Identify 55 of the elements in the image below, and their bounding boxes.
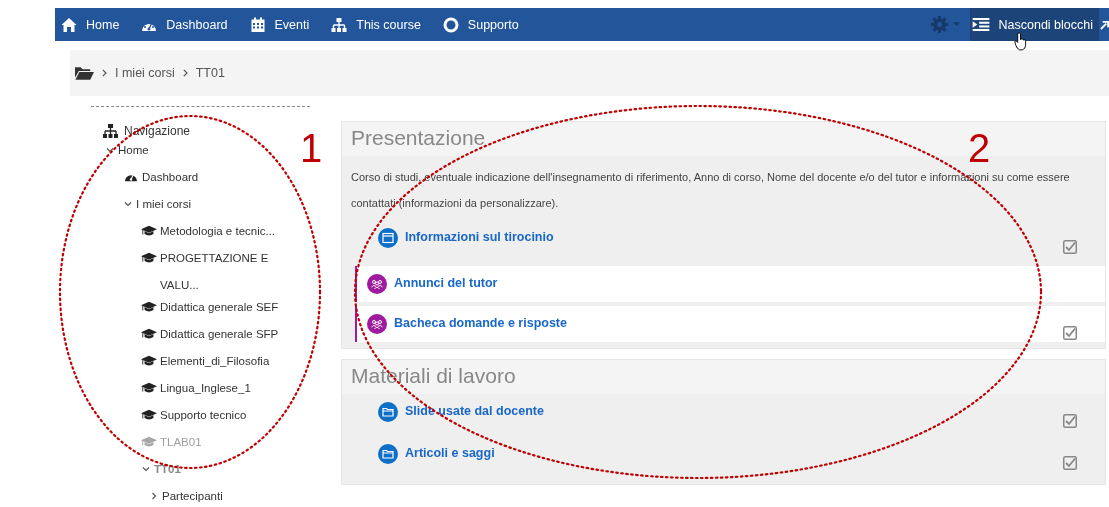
nav-link[interactable]: Home — [55, 16, 120, 33]
nav-link[interactable]: This course — [325, 16, 421, 33]
graduation-cap-icon — [141, 252, 157, 264]
tree-item[interactable]: Metodologia e tecnic... — [160, 218, 292, 245]
calendar-icon — [249, 16, 266, 33]
graduation-cap-icon — [141, 301, 157, 313]
graduation-cap-icon — [141, 409, 157, 421]
folder-icon — [378, 402, 398, 422]
nav-link[interactable]: Dashboard — [135, 17, 228, 32]
activity-link[interactable]: Annunci del tutor — [394, 276, 498, 290]
breadcrumb-link[interactable]: TT01 — [195, 66, 225, 80]
lifebuoy-icon — [442, 16, 459, 33]
graduation-cap-icon — [141, 436, 157, 448]
tree-item[interactable]: Dashboard — [142, 169, 199, 186]
activity-link[interactable]: Bacheca domande e risposte — [394, 316, 567, 330]
breadcrumb-link[interactable]: I miei corsi — [115, 66, 175, 80]
tree-item[interactable]: Didattica generale SFP — [160, 321, 292, 348]
annotation-number: 2 — [968, 126, 991, 170]
tree-item[interactable]: Lingua_Inglese_1 — [160, 375, 292, 402]
chevron-right-icon[interactable] — [149, 491, 159, 501]
completion-checkbox[interactable] — [1063, 456, 1077, 470]
annotation-number: 1 — [300, 126, 323, 170]
chevron-right-icon — [182, 69, 188, 77]
hide-blocks-button[interactable]: Nascondi blocchi — [969, 8, 1099, 41]
completion-checkbox[interactable] — [1063, 326, 1077, 340]
completion-checkbox[interactable] — [1063, 240, 1077, 254]
tree-item[interactable]: Supporto tecnico — [160, 402, 292, 429]
chevron-down-icon[interactable] — [123, 199, 133, 209]
tree-item[interactable]: Partecipanti — [162, 488, 223, 505]
indent-icon — [971, 18, 990, 31]
chevron-down-icon[interactable] — [105, 145, 115, 155]
page-icon — [378, 228, 398, 248]
tree-item[interactable]: I miei corsi — [136, 196, 191, 213]
folder-icon — [378, 444, 398, 464]
sitemap-icon — [331, 16, 348, 33]
sitemap-icon — [102, 124, 119, 138]
nav-link[interactable]: Supporto — [436, 16, 519, 33]
home-icon — [61, 16, 77, 33]
arrow-icon[interactable] — [1100, 19, 1109, 30]
chevron-right-icon — [102, 69, 107, 77]
people-icon — [367, 314, 387, 334]
activity-link[interactable]: Slide usate dal docente — [405, 404, 544, 418]
tree-item[interactable]: Home — [118, 142, 149, 159]
completion-checkbox[interactable] — [1063, 414, 1077, 428]
graduation-cap-icon — [141, 382, 157, 394]
activity-link[interactable]: Articoli e saggi — [405, 446, 495, 460]
folder-icon[interactable] — [75, 66, 94, 80]
graduation-cap-icon — [141, 225, 157, 237]
chevron-down-icon[interactable] — [141, 464, 151, 474]
tree-item[interactable]: Elementi_di_Filosofia — [160, 348, 292, 375]
activity-link[interactable]: Informazioni sul tirocinio — [405, 230, 554, 244]
graduation-cap-icon — [141, 328, 157, 340]
nav-link[interactable]: Eventi — [243, 16, 310, 33]
graduation-cap-icon — [141, 355, 157, 367]
people-icon — [367, 274, 387, 294]
